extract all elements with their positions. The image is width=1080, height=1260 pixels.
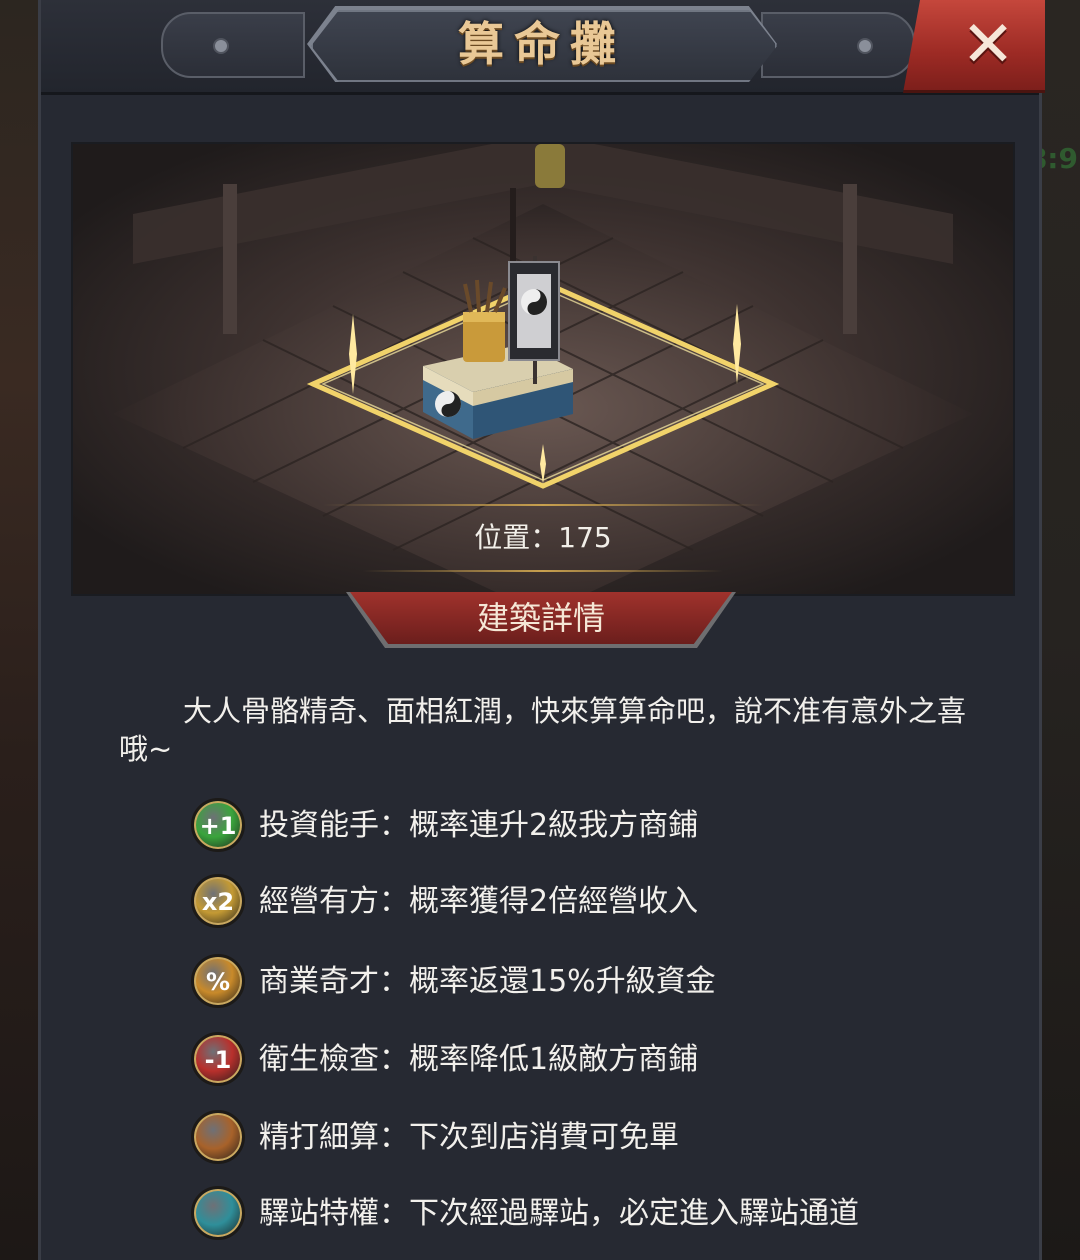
perk-item: x2 經營有方：概率獲得2倍經營收入 [191, 872, 991, 934]
refund-icon: % [191, 954, 245, 1008]
perk-description: 投資能手：概率連升2級我方商鋪 [259, 808, 699, 843]
ornament-dot-icon [213, 38, 229, 54]
building-preview-scene: 位置：175 [71, 142, 1015, 596]
plus-one-upgrade-icon: +1 [191, 798, 245, 852]
courier-horse-icon [191, 1186, 245, 1240]
ornament-dot-icon [857, 38, 873, 54]
dialog-title-bar: 算命攤 [41, 0, 1039, 95]
game-background-left [0, 0, 40, 1260]
perk-description: 驛站特權：下次經過驛站，必定進入驛站通道 [259, 1196, 859, 1231]
perk-description: 衛生檢查：概率降低1級敵方商鋪 [259, 1042, 699, 1077]
section-title: 建築詳情 [350, 592, 732, 644]
building-position: 位置：175 [474, 521, 612, 554]
title-ornament-right [761, 12, 915, 78]
perk-item: +1 投資能手：概率連升2級我方商鋪 [191, 796, 991, 858]
close-icon: ✕ [961, 8, 1015, 82]
perk-description: 經營有方：概率獲得2倍經營收入 [259, 884, 699, 919]
perk-description: 精打細算：下次到店消費可免單 [259, 1120, 679, 1155]
dialog-title: 算命攤 [458, 17, 626, 71]
downgrade-icon: -1 [191, 1032, 245, 1086]
perk-item: 驛站特權：下次經過驛站，必定進入驛站通道 [191, 1184, 991, 1246]
game-background-right: 8:9 [1028, 0, 1080, 1260]
building-info-dialog: 算命攤 ✕ 位置：175 建築詳情 大人骨骼精奇、面相紅潤，快來算算命吧，說不准… [38, 0, 1045, 1260]
section-header-banner: 建築詳情 [346, 592, 736, 648]
double-income-icon: x2 [191, 874, 245, 928]
title-ornament-left [161, 12, 305, 78]
decorative-line [323, 504, 763, 506]
abacus-icon [191, 1110, 245, 1164]
perk-item: -1 衛生檢查：概率降低1級敵方商鋪 [191, 1030, 991, 1092]
perk-item: % 商業奇才：概率返還15%升級資金 [191, 952, 991, 1014]
close-button[interactable]: ✕ [903, 0, 1045, 93]
building-description: 大人骨骼精奇、面相紅潤，快來算算命吧，說不准有意外之喜哦~ [119, 694, 967, 766]
perk-description: 商業奇才：概率返還15%升級資金 [259, 964, 716, 999]
perk-item: 精打細算：下次到店消費可免單 [191, 1108, 991, 1170]
decorative-line [363, 570, 723, 572]
